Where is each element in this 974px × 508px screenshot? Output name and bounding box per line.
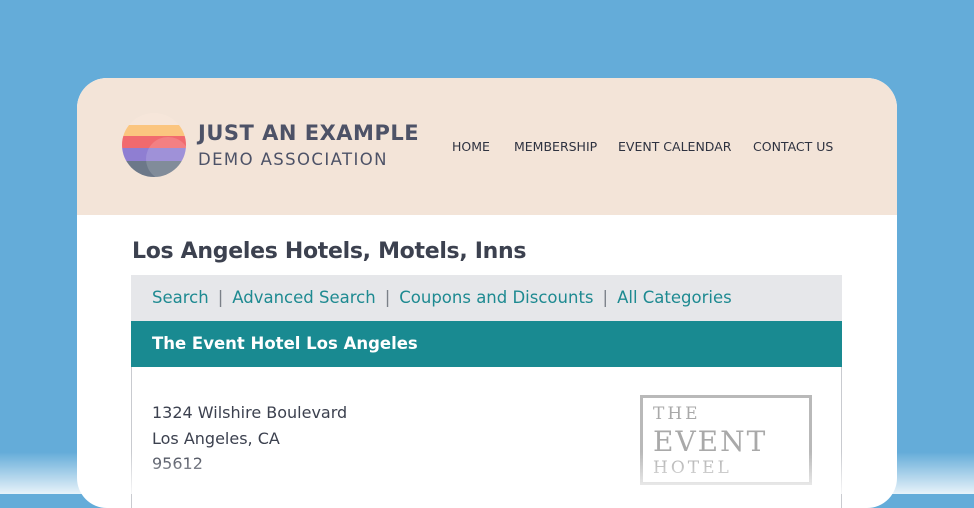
subnav-separator: | — [602, 288, 609, 307]
subnav-advanced-search-link[interactable]: Advanced Search — [232, 288, 375, 307]
listing-body: 1324 Wilshire Boulevard Los Angeles, CA … — [131, 367, 842, 508]
nav-item-membership[interactable]: MEMBERSHIP — [514, 139, 597, 154]
subnav-separator: | — [217, 288, 224, 307]
address-street: 1324 Wilshire Boulevard — [152, 403, 348, 422]
nav-item-contact-us[interactable]: CONTACT US — [753, 139, 833, 154]
subnav-separator: | — [384, 288, 391, 307]
hotel-logo-image[interactable]: THE EVENT HOTEL — [640, 395, 812, 485]
listing-header[interactable]: The Event Hotel Los Angeles — [131, 321, 842, 367]
page-title: Los Angeles Hotels, Motels, Inns — [132, 239, 527, 264]
nav-item-home[interactable]: HOME — [452, 139, 490, 154]
listing-address: 1324 Wilshire Boulevard Los Angeles, CA … — [152, 400, 347, 477]
subnav-search-link[interactable]: Search — [152, 288, 209, 307]
listing-name[interactable]: The Event Hotel Los Angeles — [152, 334, 418, 353]
hotel-logo-text-the: THE — [653, 404, 701, 424]
website-card: JUST AN EXAMPLE DEMO ASSOCIATION HOME ME… — [77, 78, 897, 508]
hotel-logo-text-event: EVENT — [653, 425, 768, 458]
main-nav: HOME MEMBERSHIP EVENT CALENDAR CONTACT U… — [77, 139, 897, 159]
address-zip: 95612 — [152, 454, 203, 473]
site-header: JUST AN EXAMPLE DEMO ASSOCIATION HOME ME… — [77, 78, 897, 215]
subnav-all-categories-link[interactable]: All Categories — [617, 288, 732, 307]
hotel-logo-text-hotel: HOTEL — [653, 458, 732, 478]
nav-item-event-calendar[interactable]: EVENT CALENDAR — [618, 139, 731, 154]
subnav-coupons-link[interactable]: Coupons and Discounts — [399, 288, 593, 307]
directory-subnav: Search | Advanced Search | Coupons and Disco… — [131, 275, 842, 321]
address-city-state: Los Angeles, CA — [152, 428, 280, 448]
